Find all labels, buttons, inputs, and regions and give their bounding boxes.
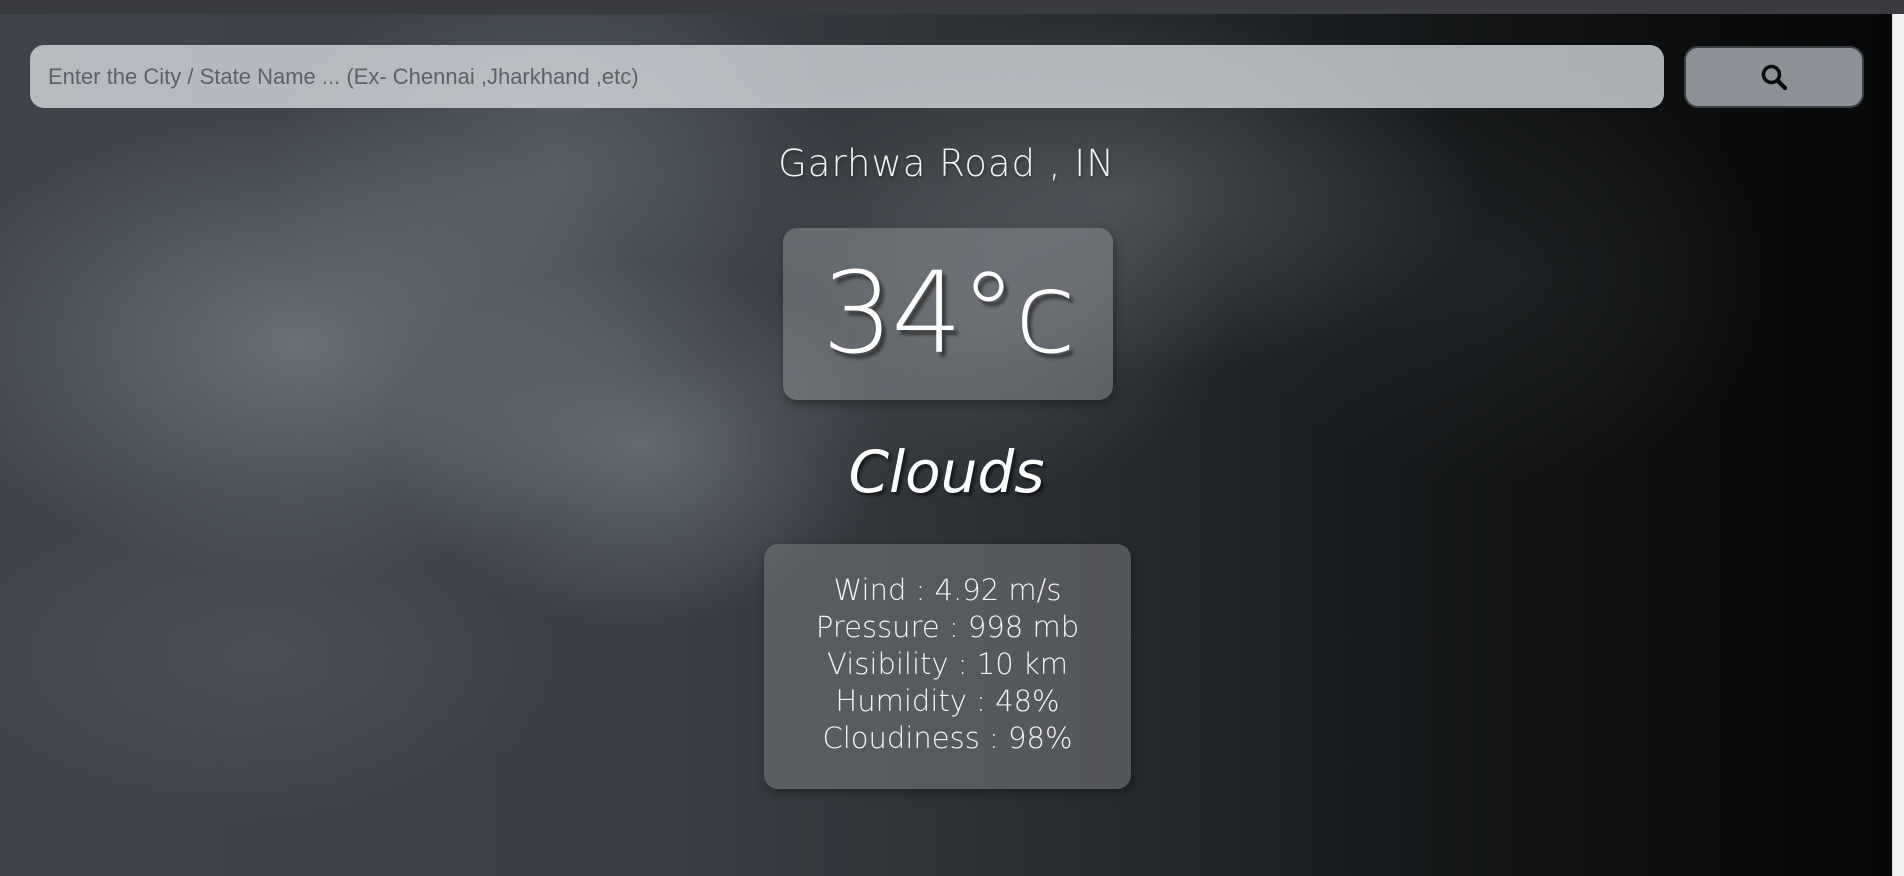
weather-details-card: Wind : 4.92 m/s Pressure : 998 mb Visibi… <box>764 544 1131 789</box>
pressure-detail: Pressure : 998 mb <box>815 610 1080 644</box>
search-button[interactable] <box>1684 46 1864 108</box>
browser-top-bar <box>0 0 1904 15</box>
humidity-detail: Humidity : 48% <box>835 684 1060 718</box>
temperature-value: 34°c <box>821 249 1076 379</box>
cloudiness-detail: Cloudiness : 98% <box>822 721 1073 755</box>
search-input[interactable] <box>30 45 1664 108</box>
temperature-card: 34°c <box>783 228 1113 400</box>
page-scrollbar[interactable] <box>1892 14 1904 876</box>
weather-condition: Clouds <box>848 438 1045 506</box>
wind-detail: Wind : 4.92 m/s <box>833 573 1062 607</box>
location-name: Garhwa Road , IN <box>778 142 1115 185</box>
visibility-detail: Visibility : 10 km <box>827 647 1068 681</box>
search-icon <box>1760 63 1788 91</box>
